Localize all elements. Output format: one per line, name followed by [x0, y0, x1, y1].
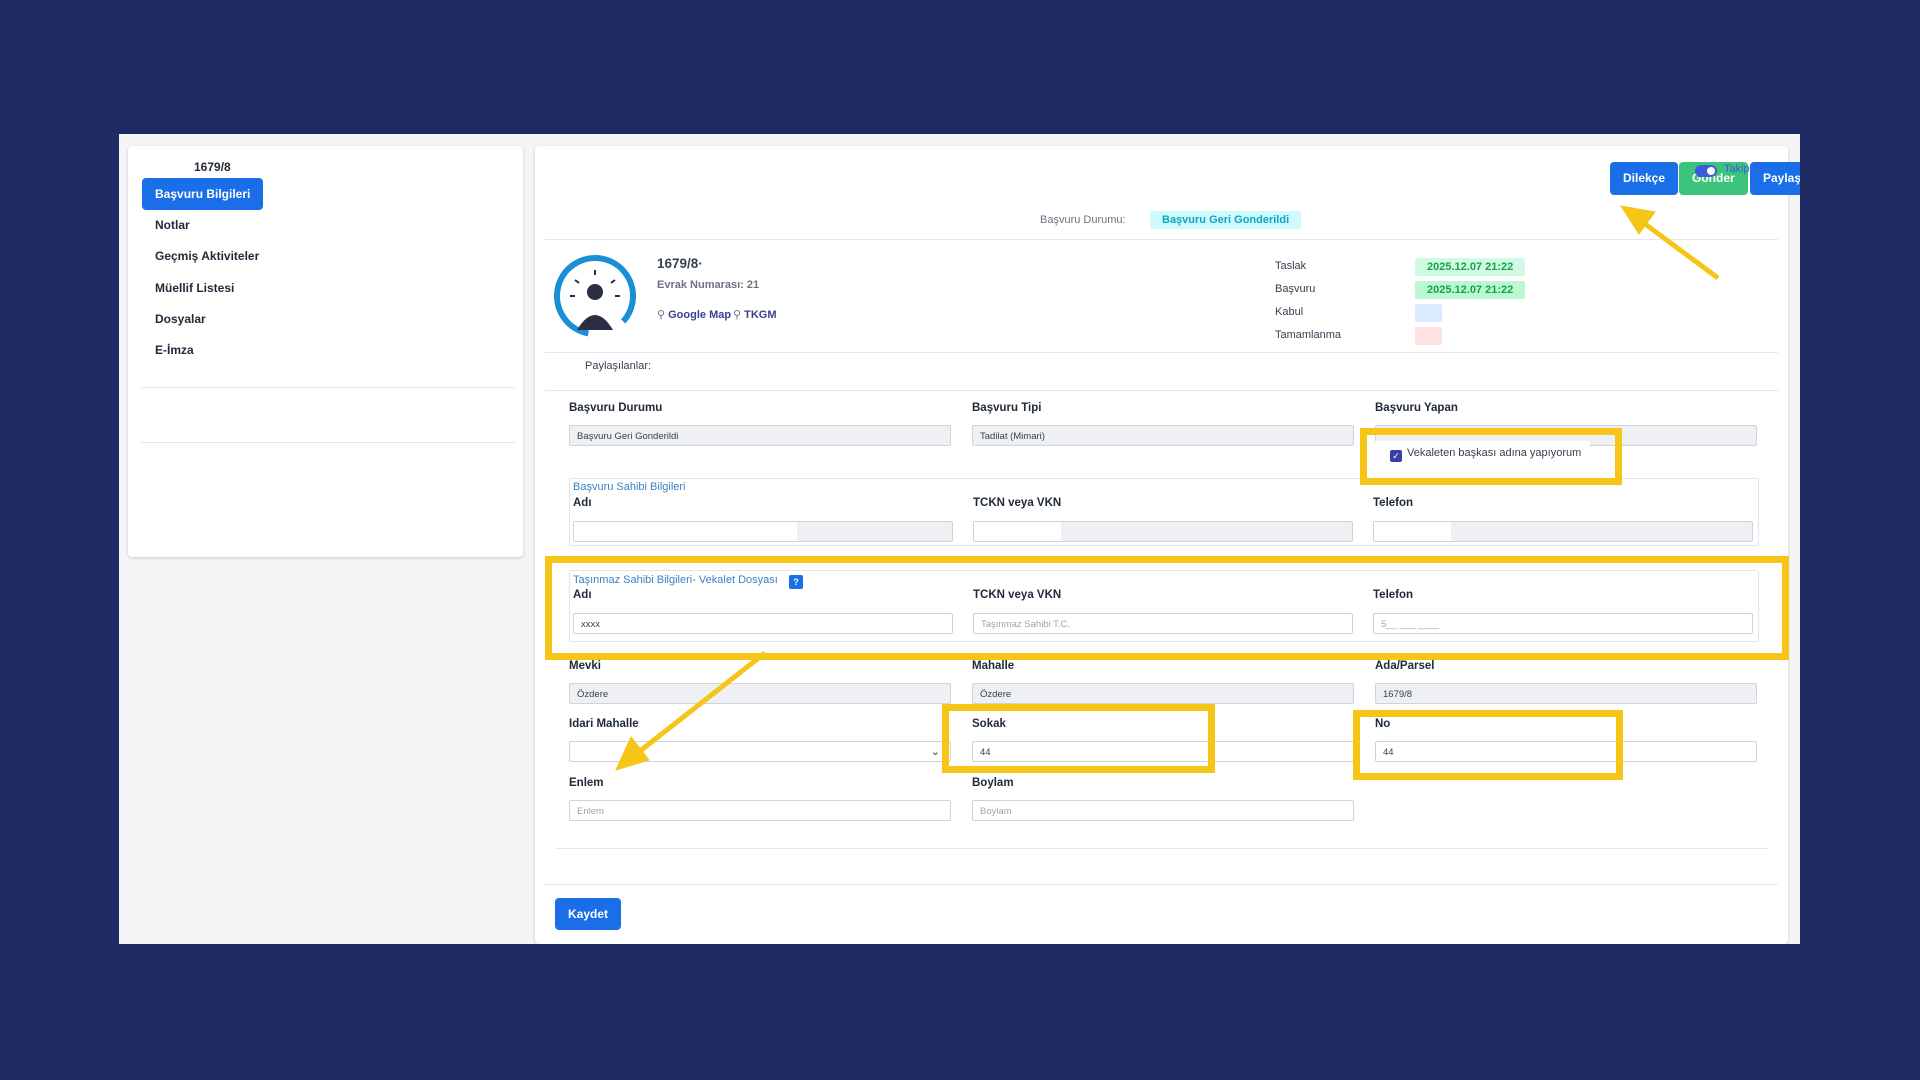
application-window: 1679/8 Başvuru Bilgileri Notlar Geçmiş A…: [119, 134, 1800, 944]
sidebar-item-muellif-listesi[interactable]: Müellif Listesi: [142, 272, 247, 304]
sidebar-item-e-imza[interactable]: E-İmza: [142, 334, 207, 366]
main-panel: Dilekçe Gönder Paylaş Takip Et Başvuru D…: [535, 146, 1800, 944]
sidebar: 1679/8 Başvuru Bilgileri Notlar Geçmiş A…: [128, 146, 523, 557]
sidebar-divider: [141, 387, 515, 388]
annotation-arrows: [615, 205, 1720, 771]
sidebar-item-notlar[interactable]: Notlar: [142, 209, 203, 241]
sidebar-item-basvuru-bilgileri[interactable]: Başvuru Bilgileri: [142, 178, 264, 210]
sidebar-title: 1679/8: [194, 160, 231, 174]
sidebar-item-dosyalar[interactable]: Dosyalar: [142, 303, 219, 335]
sidebar-divider: [141, 442, 515, 443]
sidebar-item-gecmis-aktiviteler[interactable]: Geçmiş Aktiviteler: [142, 240, 272, 272]
